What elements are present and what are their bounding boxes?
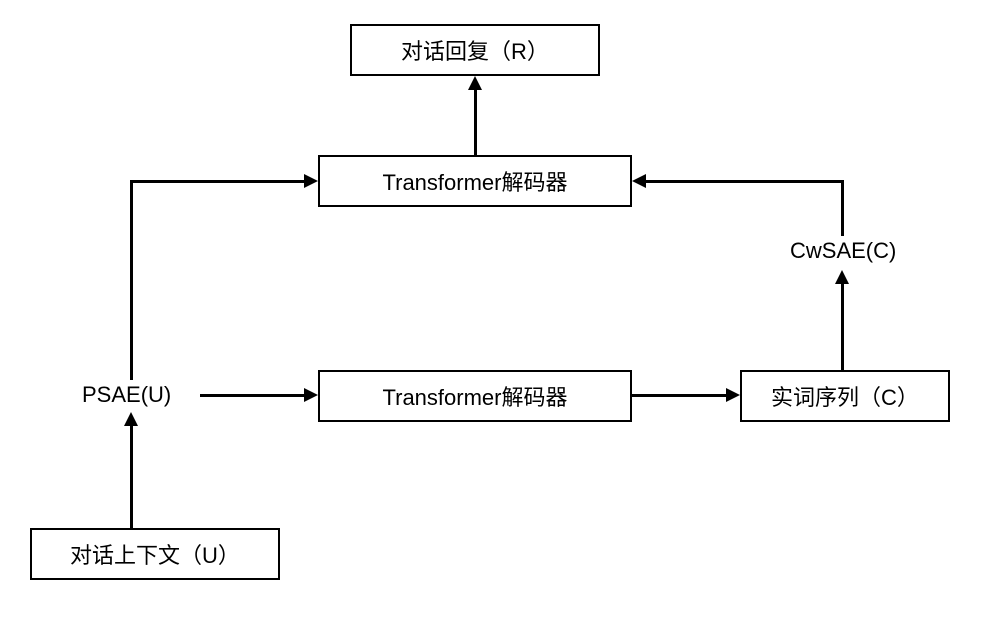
- node-psae: PSAE(U): [82, 382, 171, 408]
- edge-psae-to-decoder-top-v: [130, 180, 133, 380]
- edge-psae-to-decoder-top-head: [304, 174, 318, 188]
- node-transformer-decoder-top: Transformer解码器: [318, 155, 632, 207]
- edge-psae-to-decoder-mid-head: [304, 388, 318, 402]
- node-content-seq-label: 实词序列（C）: [771, 380, 919, 412]
- edge-decoder-mid-to-content-h: [632, 394, 727, 397]
- node-psae-label: PSAE(U): [82, 382, 171, 407]
- edge-cwsae-to-decoder-top-v: [841, 180, 844, 236]
- edge-context-to-psae-head: [124, 412, 138, 426]
- node-transformer-decoder-mid-label: Transformer解码器: [383, 380, 568, 412]
- edge-decoder-mid-to-content-head: [726, 388, 740, 402]
- node-dialog-reply: 对话回复（R）: [350, 24, 600, 76]
- edge-psae-to-decoder-mid-h: [200, 394, 305, 397]
- edge-decoder-top-to-reply: [474, 88, 477, 156]
- node-content-seq: 实词序列（C）: [740, 370, 950, 422]
- edge-cwsae-to-decoder-top-head: [632, 174, 646, 188]
- node-dialog-context-label: 对话上下文（U）: [70, 538, 240, 570]
- edge-content-seq-to-cwsae-v: [841, 282, 844, 372]
- node-transformer-decoder-top-label: Transformer解码器: [383, 165, 568, 197]
- node-dialog-context: 对话上下文（U）: [30, 528, 280, 580]
- node-dialog-reply-label: 对话回复（R）: [401, 34, 549, 66]
- edge-psae-to-decoder-top-h: [130, 180, 305, 183]
- edge-decoder-top-to-reply-head: [468, 76, 482, 90]
- node-cwsae: CwSAE(C): [790, 238, 896, 264]
- edge-context-to-psae-v: [130, 424, 133, 528]
- edge-content-seq-to-cwsae-head: [835, 270, 849, 284]
- edge-cwsae-to-decoder-top-h: [645, 180, 844, 183]
- node-transformer-decoder-mid: Transformer解码器: [318, 370, 632, 422]
- node-cwsae-label: CwSAE(C): [790, 238, 896, 263]
